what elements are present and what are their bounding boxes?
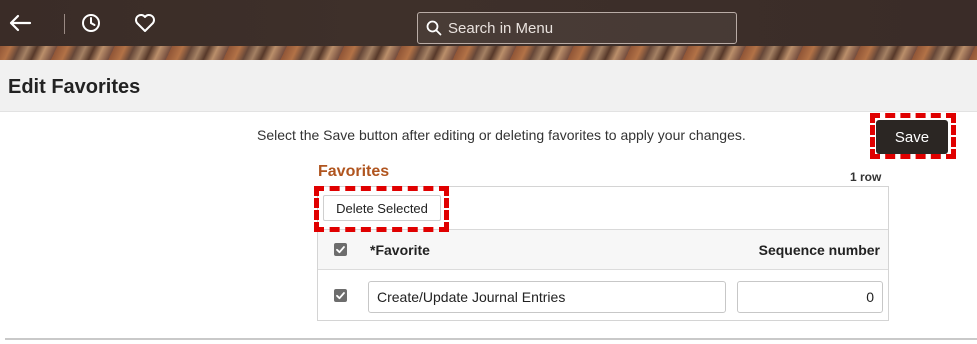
- row-count: 1 row: [850, 170, 882, 184]
- table-row: [318, 271, 888, 321]
- nav-divider: [64, 14, 65, 34]
- banner-pattern: [0, 46, 977, 60]
- grid-title: Favorites: [318, 163, 390, 180]
- bottom-divider: [5, 338, 977, 340]
- favorites-grid: Delete Selected *Favorite Sequence numbe…: [317, 186, 889, 321]
- page-title: Edit Favorites: [8, 76, 141, 98]
- column-header-favorite: *Favorite: [370, 242, 430, 258]
- top-banner: [0, 0, 977, 60]
- sequence-number-input[interactable]: [737, 281, 883, 313]
- favorite-name-input[interactable]: [368, 281, 726, 313]
- delete-selected-button[interactable]: Delete Selected: [323, 195, 441, 221]
- select-all-checkbox[interactable]: [334, 243, 347, 256]
- search-icon: [426, 20, 442, 36]
- arrow-left-icon[interactable]: [7, 10, 33, 36]
- instruction-text: Select the Save button after editing or …: [257, 127, 746, 143]
- column-header-sequence: Sequence number: [758, 242, 880, 258]
- row-checkbox[interactable]: [334, 289, 347, 302]
- title-bar: [0, 60, 977, 112]
- grid-toolbar: Delete Selected: [318, 187, 888, 230]
- clock-icon[interactable]: [78, 10, 104, 36]
- grid-header: *Favorite Sequence number: [318, 230, 888, 270]
- save-button[interactable]: Save: [876, 120, 948, 154]
- search-input[interactable]: [448, 19, 728, 37]
- checkmark-icon: [336, 292, 345, 300]
- checkmark-icon: [336, 246, 345, 254]
- heart-icon[interactable]: [132, 10, 158, 36]
- search-box[interactable]: [417, 12, 737, 44]
